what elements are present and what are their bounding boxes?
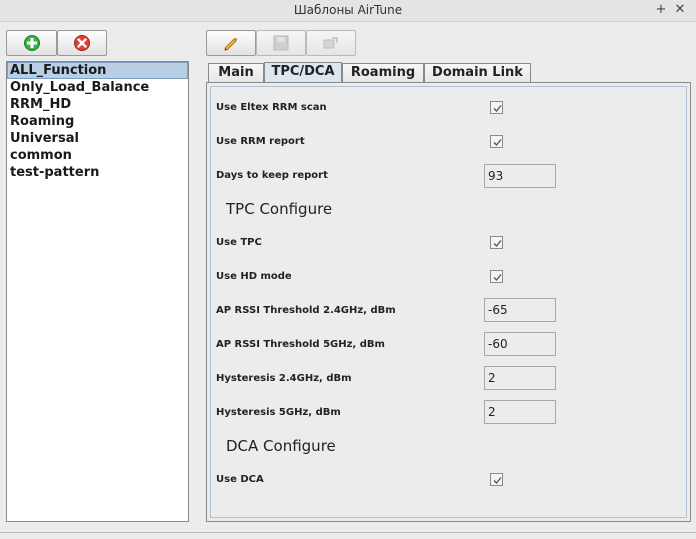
use-dca-checkbox[interactable]	[490, 473, 503, 486]
tab-content-panel	[206, 82, 691, 522]
tab-main[interactable]: Main	[208, 63, 264, 82]
ap-rssi-24-field[interactable]: -65	[484, 298, 556, 322]
ap-rssi-5-field[interactable]: -60	[484, 332, 556, 356]
ap-rssi-24-label: AP RSSI Threshold 2.4GHz, dBm	[216, 305, 396, 316]
tab-domain-link[interactable]: Domain Link	[424, 63, 531, 82]
remove-template-button[interactable]	[57, 30, 107, 56]
tab-roaming[interactable]: Roaming	[342, 63, 424, 82]
list-item[interactable]: Universal	[7, 130, 188, 147]
pencil-icon	[224, 37, 238, 51]
close-icon[interactable]: ✕	[672, 2, 688, 18]
tab-tpc-dca[interactable]: TPC/DCA	[264, 62, 342, 83]
window-title: Шаблоны AirTune	[293, 3, 403, 17]
ap-rssi-5-label: AP RSSI Threshold 5GHz, dBm	[216, 339, 385, 350]
use-eltex-rrm-scan-label: Use Eltex RRM scan	[216, 102, 327, 113]
tpc-configure-header: TPC Configure	[226, 200, 333, 218]
use-dca-label: Use DCA	[216, 474, 264, 485]
hysteresis-5-label: Hysteresis 5GHz, dBm	[216, 407, 341, 418]
list-item[interactable]: ALL_Function	[7, 62, 188, 79]
use-rrm-report-label: Use RRM report	[216, 136, 305, 147]
edit-button[interactable]	[206, 30, 256, 56]
hysteresis-5-field[interactable]: 2	[484, 400, 556, 424]
dca-configure-header: DCA Configure	[226, 437, 336, 455]
hysteresis-24-label: Hysteresis 2.4GHz, dBm	[216, 373, 352, 384]
use-rrm-report-checkbox[interactable]	[490, 135, 503, 148]
pin-icon[interactable]: +	[653, 2, 669, 18]
use-tpc-label: Use TPC	[216, 237, 262, 248]
use-tpc-checkbox[interactable]	[490, 236, 503, 249]
check-icon	[493, 139, 502, 146]
status-bar	[0, 532, 696, 539]
apply-icon	[323, 37, 338, 49]
days-to-keep-report-field[interactable]: 93	[484, 164, 556, 188]
check-icon	[493, 240, 502, 247]
save-button[interactable]	[256, 30, 306, 56]
save-icon	[273, 35, 289, 51]
list-item[interactable]: test-pattern	[7, 164, 188, 181]
list-item[interactable]: RRM_HD	[7, 96, 188, 113]
add-icon	[23, 35, 40, 51]
template-list[interactable]: ALL_Function Only_Load_Balance RRM_HD Ro…	[6, 61, 189, 522]
use-hd-mode-label: Use HD mode	[216, 271, 292, 282]
days-to-keep-report-label: Days to keep report	[216, 170, 328, 181]
remove-icon	[74, 35, 90, 51]
use-hd-mode-checkbox[interactable]	[490, 270, 503, 283]
list-item[interactable]: Only_Load_Balance	[7, 79, 188, 96]
hysteresis-24-field[interactable]: 2	[484, 366, 556, 390]
add-template-button[interactable]	[6, 30, 57, 56]
check-icon	[493, 274, 502, 281]
list-item[interactable]: common	[7, 147, 188, 164]
apply-button[interactable]	[306, 30, 356, 56]
use-eltex-rrm-scan-checkbox[interactable]	[490, 101, 503, 114]
check-icon	[493, 477, 502, 484]
list-item[interactable]: Roaming	[7, 113, 188, 130]
window-titlebar: Шаблоны AirTune + ✕	[0, 0, 696, 22]
check-icon	[493, 105, 502, 112]
